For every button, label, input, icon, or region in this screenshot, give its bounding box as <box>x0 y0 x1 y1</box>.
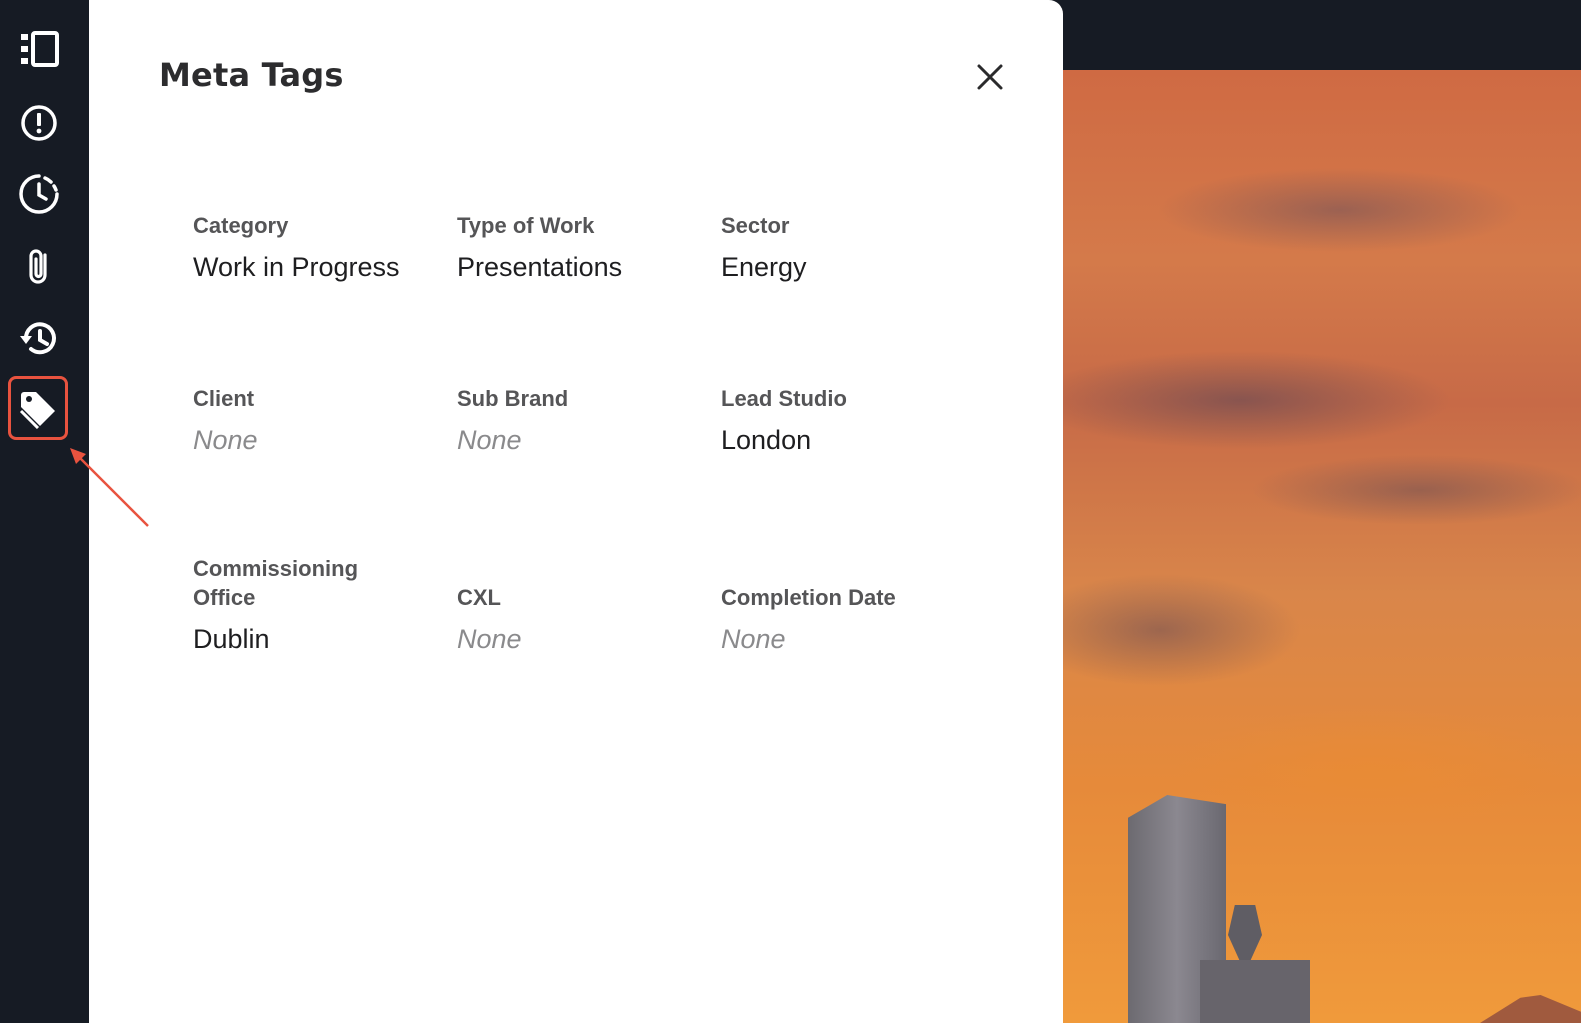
field-label: Category <box>193 213 289 238</box>
field-cxl: CXL None <box>457 552 697 654</box>
field-value: None <box>193 425 258 455</box>
field-lead-studio: Lead Studio London <box>721 353 961 455</box>
silo-annex <box>1200 960 1310 1023</box>
field-label: Completion Date <box>721 585 896 610</box>
field-value: Energy <box>721 252 807 282</box>
field-label: CXL <box>457 585 501 610</box>
close-icon <box>975 62 1005 97</box>
meta-tags-button[interactable] <box>8 376 68 440</box>
field-commissioning-office: Commissioning Office Dublin <box>193 552 433 654</box>
paperclip-icon <box>17 245 61 289</box>
field-label: Lead Studio <box>721 386 847 411</box>
attachments-button[interactable] <box>12 240 66 294</box>
field-category: Category Work in Progress <box>193 180 433 282</box>
field-type-of-work: Type of Work Presentations <box>457 180 697 282</box>
field-value: None <box>457 425 522 455</box>
sidebar-toggle-icon <box>17 27 61 71</box>
field-label: Sector <box>721 213 790 238</box>
field-label: Commissioning Office <box>193 556 359 610</box>
field-value: Work in Progress <box>193 252 400 282</box>
sidebar-rail <box>0 0 89 1023</box>
history-icon <box>16 316 62 362</box>
field-value: Dublin <box>193 624 270 654</box>
field-value: London <box>721 425 812 455</box>
alerts-button[interactable] <box>12 96 66 150</box>
sidebar-toggle-button[interactable] <box>12 22 66 76</box>
app-window: Meta Tags Category Work in Progress Type… <box>0 0 1581 1023</box>
field-value: Presentations <box>457 252 623 282</box>
field-sector: Sector Energy <box>721 180 961 282</box>
field-sub-brand: Sub Brand None <box>457 353 697 455</box>
panel-title: Meta Tags <box>159 56 344 94</box>
close-button[interactable] <box>969 58 1011 100</box>
field-client: Client None <box>193 353 433 455</box>
meta-tags-panel: Meta Tags Category Work in Progress Type… <box>89 0 1063 1023</box>
field-value: None <box>457 624 522 654</box>
clock-icon <box>16 171 62 217</box>
alert-circle-icon <box>17 101 61 145</box>
viewer-topbar <box>1040 0 1581 70</box>
field-completion-date: Completion Date None <box>721 552 961 654</box>
tag-icon <box>17 387 59 429</box>
history-button[interactable] <box>12 312 66 366</box>
schedule-button[interactable] <box>12 167 66 221</box>
field-label: Sub Brand <box>457 386 569 411</box>
field-label: Type of Work <box>457 213 595 238</box>
field-label: Client <box>193 386 255 411</box>
background-photo <box>1040 70 1581 1023</box>
field-value: None <box>721 624 786 654</box>
